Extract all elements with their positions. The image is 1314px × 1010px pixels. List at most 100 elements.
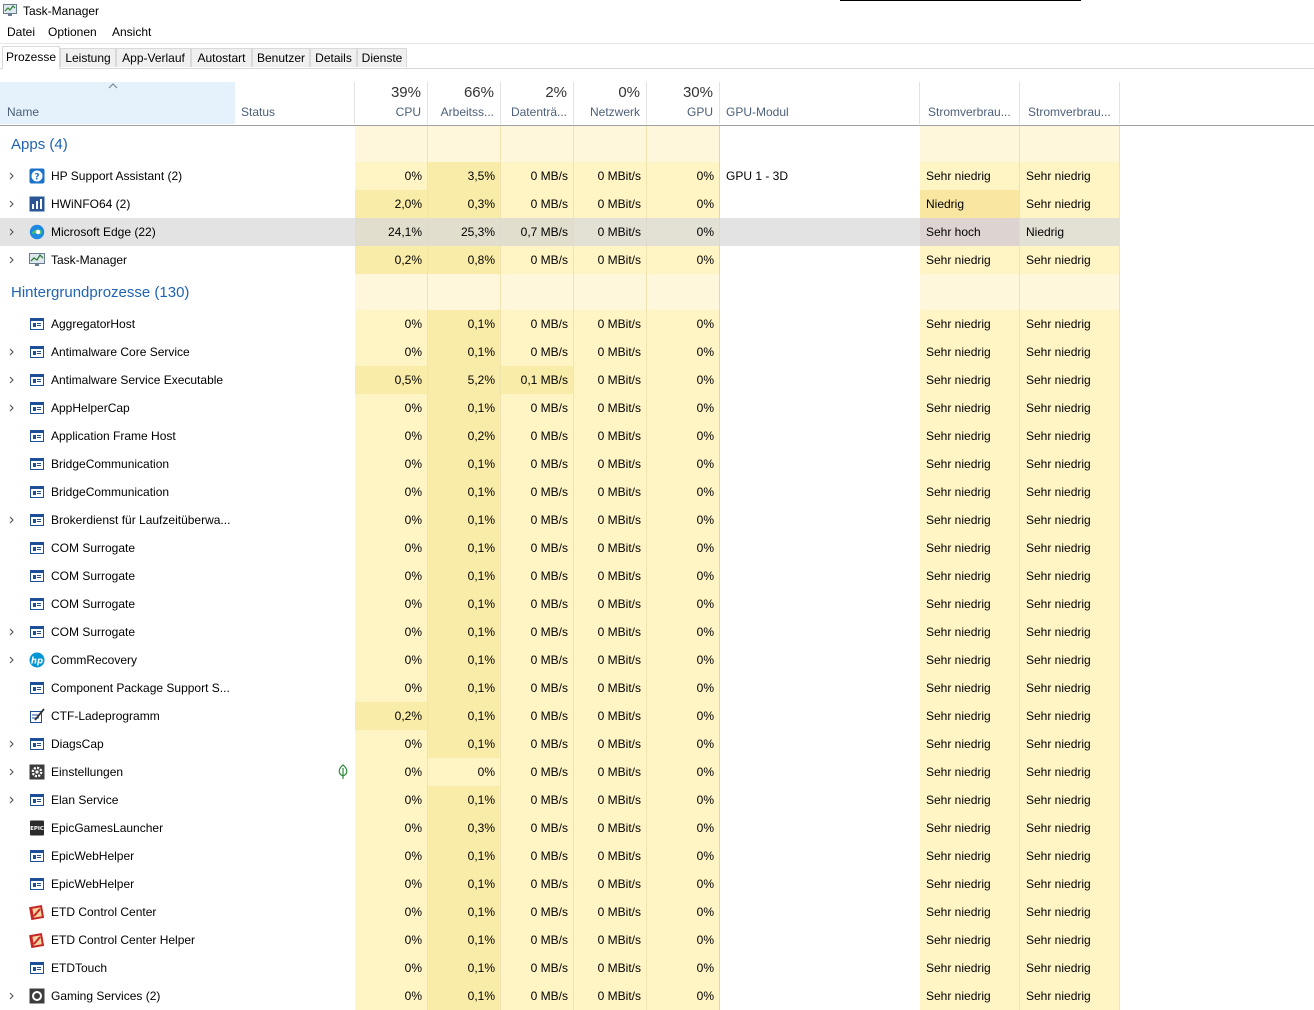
process-row[interactable]: ? HP Support Assistant (2) 0% 3,5% 0 MB/s 0 M…: [0, 162, 1314, 190]
power-trend-value: Sehr niedrig: [1026, 541, 1091, 555]
process-row[interactable]: ETD Control Center 0% 0,1% 0 MB/s 0 MBit/s 0%…: [0, 898, 1314, 926]
gpu-value: 0%: [696, 401, 714, 415]
power-trend-value: Sehr niedrig: [1026, 169, 1091, 183]
column-network[interactable]: 0% Netzwerk: [574, 82, 647, 124]
column-gpu-engine[interactable]: GPU-Modul: [720, 82, 920, 124]
expand-chevron-icon[interactable]: [9, 740, 15, 748]
process-name: ETD Control Center Helper: [51, 933, 196, 947]
process-row[interactable]: Elan Service 0% 0,1% 0 MB/s 0 MBit/s 0% Sehr n…: [0, 786, 1314, 814]
expand-chevron-icon[interactable]: [9, 376, 15, 384]
column-name-label: Name: [7, 105, 40, 119]
process-row[interactable]: hp CommRecovery 0% 0,1% 0 MB/s 0 MBit/s 0% Sehr…: [0, 646, 1314, 674]
power-usage-value: Sehr niedrig: [926, 989, 991, 1003]
gpu-engine-value: [720, 218, 920, 246]
expand-chevron-icon[interactable]: [9, 768, 15, 776]
disk-value: 0 MB/s: [530, 429, 568, 443]
network-total-pct: 0%: [618, 84, 640, 101]
process-row[interactable]: COM Surrogate 0% 0,1% 0 MB/s 0 MBit/s 0% Sehr …: [0, 562, 1314, 590]
process-row[interactable]: COM Surrogate 0% 0,1% 0 MB/s 0 MBit/s 0% Sehr …: [0, 590, 1314, 618]
tab-prozesse[interactable]: Prozesse: [2, 46, 60, 69]
window-title: Task-Manager: [23, 4, 100, 18]
power-trend-value: Sehr niedrig: [1026, 373, 1091, 387]
column-disk[interactable]: 2% Datenträ...: [501, 82, 574, 124]
power-trend-value: Sehr niedrig: [1026, 821, 1091, 835]
tab-dienste[interactable]: Dienste: [357, 48, 407, 67]
column-gpu[interactable]: 30% GPU: [647, 82, 720, 124]
gpu-engine-value: [720, 246, 920, 274]
column-network-label: Netzwerk: [589, 105, 640, 119]
process-row[interactable]: DiagsCap 0% 0,1% 0 MB/s 0 MBit/s 0% Sehr niedr…: [0, 730, 1314, 758]
disk-value: 0 MB/s: [530, 569, 568, 583]
expand-chevron-icon[interactable]: [9, 656, 15, 664]
column-power-usage[interactable]: Stromverbrau...: [920, 82, 1020, 124]
process-row[interactable]: COM Surrogate 0% 0,1% 0 MB/s 0 MBit/s 0% Sehr …: [0, 618, 1314, 646]
process-row[interactable]: HWiNFO64 (2) 2,0% 0,3% 0 MB/s 0 MBit/s 0% Nied…: [0, 190, 1314, 218]
disk-value: 0,1 MB/s: [520, 373, 568, 387]
expand-chevron-icon[interactable]: [9, 256, 15, 264]
column-cpu[interactable]: 39% CPU: [355, 82, 428, 124]
expand-chevron-icon[interactable]: [9, 404, 15, 412]
window-icon: [30, 346, 44, 358]
gpu-total-pct: 30%: [682, 84, 713, 101]
process-row[interactable]: COM Surrogate 0% 0,1% 0 MB/s 0 MBit/s 0% Sehr …: [0, 534, 1314, 562]
expand-chevron-icon[interactable]: [9, 628, 15, 636]
column-power-trend[interactable]: Stromverbrau...: [1020, 82, 1120, 124]
process-row[interactable]: Brokerdienst für Laufzeitüberwa... 0% 0,1%…: [0, 506, 1314, 534]
power-usage-value: Sehr niedrig: [926, 513, 991, 527]
process-row[interactable]: Einstellungen 0% 0% 0 MB/s 0 MBit/s 0% Sehr ni…: [0, 758, 1314, 786]
process-row[interactable]: EpicWebHelper 0% 0,1% 0 MB/s 0 MBit/s 0% Sehr …: [0, 870, 1314, 898]
process-name: AppHelperCap: [51, 401, 130, 415]
process-row[interactable]: BridgeCommunication 0% 0,1% 0 MB/s 0 MBit/s 0…: [0, 450, 1314, 478]
cpu-cell-bg: [355, 274, 428, 310]
expand-chevron-icon[interactable]: [9, 516, 15, 524]
process-row[interactable]: Gaming Services (2) 0% 0,1% 0 MB/s 0 MBit/s 0…: [0, 982, 1314, 1010]
expand-chevron-icon[interactable]: [9, 348, 15, 356]
process-row[interactable]: ETDTouch 0% 0,1% 0 MB/s 0 MBit/s 0% Sehr niedr…: [0, 954, 1314, 982]
column-memory[interactable]: 66% Arbeitss...: [428, 82, 501, 124]
menu-ansicht[interactable]: Ansicht: [112, 25, 151, 39]
expand-chevron-icon[interactable]: [9, 992, 15, 1000]
process-row[interactable]: Component Package Support S... 0% 0,1% 0 MB…: [0, 674, 1314, 702]
process-row[interactable]: Application Frame Host 0% 0,2% 0 MB/s 0 MBit…: [0, 422, 1314, 450]
process-row[interactable]: Task-Manager 0,2% 0,8% 0 MB/s 0 MBit/s 0% Sehr…: [0, 246, 1314, 274]
tab-autostart[interactable]: Autostart: [191, 48, 252, 67]
tab-benutzer[interactable]: Benutzer: [252, 48, 310, 67]
expand-chevron-icon[interactable]: [9, 172, 15, 180]
process-row[interactable]: EPIC EpicGamesLauncher 0% 0,3% 0 MB/s 0 MBit/…: [0, 814, 1314, 842]
tab-app-verlauf[interactable]: App-Verlauf: [116, 48, 191, 67]
process-row[interactable]: Microsoft Edge (22) 24,1% 25,3% 0,7 MB/s 0 M…: [0, 218, 1314, 246]
process-row[interactable]: CTF-Ladeprogramm 0,2% 0,1% 0 MB/s 0 MBit/s 0%…: [0, 702, 1314, 730]
expand-chevron-icon[interactable]: [9, 796, 15, 804]
expand-chevron-icon[interactable]: [9, 228, 15, 236]
net-value: 0 MBit/s: [597, 737, 641, 751]
cpu-value: 0%: [404, 345, 422, 359]
column-name[interactable]: Name: [0, 82, 235, 124]
column-separator: [719, 274, 720, 310]
menu-datei[interactable]: Datei: [7, 25, 35, 39]
power-usage-value: Sehr niedrig: [926, 709, 991, 723]
window-icon: [30, 318, 44, 330]
process-row[interactable]: Antimalware Service Executable 0,5% 5,2% 0,…: [0, 366, 1314, 394]
process-row[interactable]: AggregatorHost 0% 0,1% 0 MB/s 0 MBit/s 0% Sehr…: [0, 310, 1314, 338]
process-row[interactable]: ETD Control Center Helper 0% 0,1% 0 MB/s 0 M…: [0, 926, 1314, 954]
power-usage-value: Sehr niedrig: [926, 345, 991, 359]
tab-leistung[interactable]: Leistung: [60, 48, 116, 67]
gpu-value: 0%: [696, 253, 714, 267]
net-value: 0 MBit/s: [597, 457, 641, 471]
menu-bar: Datei Optionen Ansicht: [0, 23, 1314, 44]
power-usage-value: Sehr niedrig: [926, 793, 991, 807]
power-trend-value: Sehr niedrig: [1026, 765, 1091, 779]
process-row[interactable]: AppHelperCap 0% 0,1% 0 MB/s 0 MBit/s 0% Sehr n…: [0, 394, 1314, 422]
process-row[interactable]: EpicWebHelper 0% 0,1% 0 MB/s 0 MBit/s 0% Sehr …: [0, 842, 1314, 870]
expand-chevron-icon[interactable]: [9, 200, 15, 208]
process-row[interactable]: BridgeCommunication 0% 0,1% 0 MB/s 0 MBit/s 0…: [0, 478, 1314, 506]
menu-optionen[interactable]: Optionen: [48, 25, 97, 39]
tab-details[interactable]: Details: [310, 48, 357, 67]
net-value: 0 MBit/s: [597, 345, 641, 359]
gpu-value: 0%: [696, 569, 714, 583]
net-value: 0 MBit/s: [597, 821, 641, 835]
column-power-usage-label: Stromverbrau...: [928, 105, 1011, 119]
column-status[interactable]: Status: [235, 82, 355, 124]
leaf-icon: [338, 764, 348, 779]
process-row[interactable]: Antimalware Core Service 0% 0,1% 0 MB/s 0 MB…: [0, 338, 1314, 366]
